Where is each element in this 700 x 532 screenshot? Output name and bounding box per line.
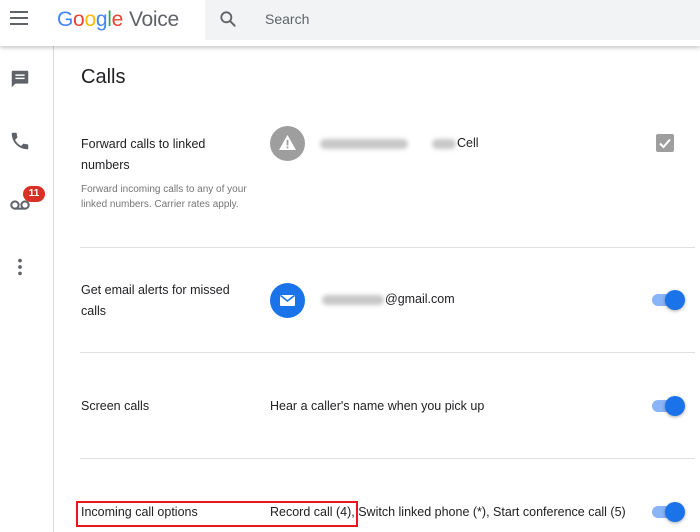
email-alerts-title: Get email alerts for missed calls <box>81 283 230 318</box>
google-voice-logo[interactable]: Google Voice <box>57 8 179 32</box>
redacted-carrier <box>432 139 456 149</box>
forward-calls-title: Forward calls to linked numbers <box>81 137 206 172</box>
section-divider <box>80 458 695 459</box>
incoming-call-options-toggle[interactable] <box>652 502 685 522</box>
more-vert-icon[interactable] <box>9 256 31 278</box>
navigation-rail: 11 <box>0 46 54 532</box>
top-app-bar: Google Voice Search <box>0 0 700 46</box>
calls-settings-panel: Calls Forward calls to linked numbers Fo… <box>55 46 700 532</box>
search-icon[interactable] <box>218 9 238 29</box>
product-name: Voice <box>128 8 179 31</box>
screen-calls-title: Screen calls <box>81 399 150 413</box>
screen-calls-description: Hear a caller's name when you pick up <box>270 399 485 413</box>
alert-email-address: @gmail.com <box>385 292 455 306</box>
section-divider <box>80 352 695 353</box>
redacted-email-user <box>322 295 384 305</box>
page-title: Calls <box>81 66 126 88</box>
screen-calls-toggle[interactable] <box>652 396 685 416</box>
calls-icon[interactable] <box>9 130 31 152</box>
forward-calls-description: Forward incoming calls to any of your li… <box>81 184 247 210</box>
checkmark-icon <box>659 138 671 149</box>
email-icon <box>270 283 305 318</box>
email-alerts-toggle[interactable] <box>652 290 685 310</box>
main-menu-icon[interactable] <box>10 11 30 27</box>
forward-calls-checkbox[interactable] <box>656 134 674 152</box>
redacted-phone-number <box>320 139 408 149</box>
warning-icon <box>270 126 305 161</box>
section-divider <box>80 247 695 248</box>
linked-number-type: Cell <box>457 136 479 150</box>
search-input[interactable]: Search <box>265 11 309 27</box>
highlight-annotation-box <box>76 501 358 527</box>
messages-icon[interactable] <box>9 68 31 90</box>
voicemail-unread-badge: 11 <box>23 186 45 202</box>
